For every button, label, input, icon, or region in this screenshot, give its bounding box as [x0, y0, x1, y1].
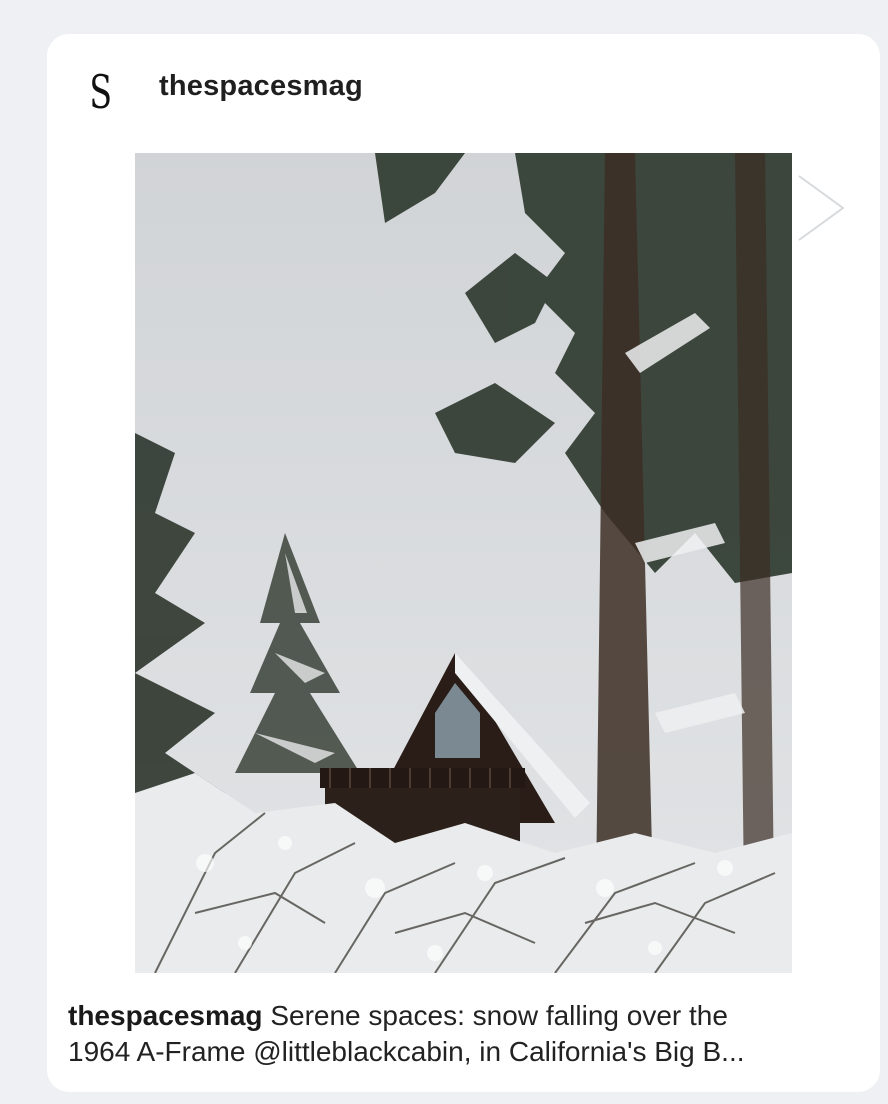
chevron-right-icon — [798, 175, 845, 241]
caption-username[interactable]: thespacesmag — [68, 1000, 263, 1031]
avatar[interactable]: S — [81, 62, 121, 122]
username-link[interactable]: thespacesmag — [159, 70, 363, 103]
post-header: S thespacesmag — [47, 34, 880, 152]
post-card: S thespacesmag thespacesmag Serene space… — [47, 34, 880, 1092]
next-image-button[interactable] — [791, 170, 853, 246]
post-image[interactable] — [135, 153, 792, 973]
caption-text-line2: 1964 A-Frame @littleblackcabin, in Calif… — [68, 1036, 745, 1067]
post-caption: thespacesmag Serene spaces: snow falling… — [68, 998, 868, 1070]
snowy-a-frame-cabin-photo — [135, 153, 792, 973]
caption-text-line1: Serene spaces: snow falling over the — [270, 1000, 728, 1031]
avatar-letter: S — [89, 65, 113, 119]
